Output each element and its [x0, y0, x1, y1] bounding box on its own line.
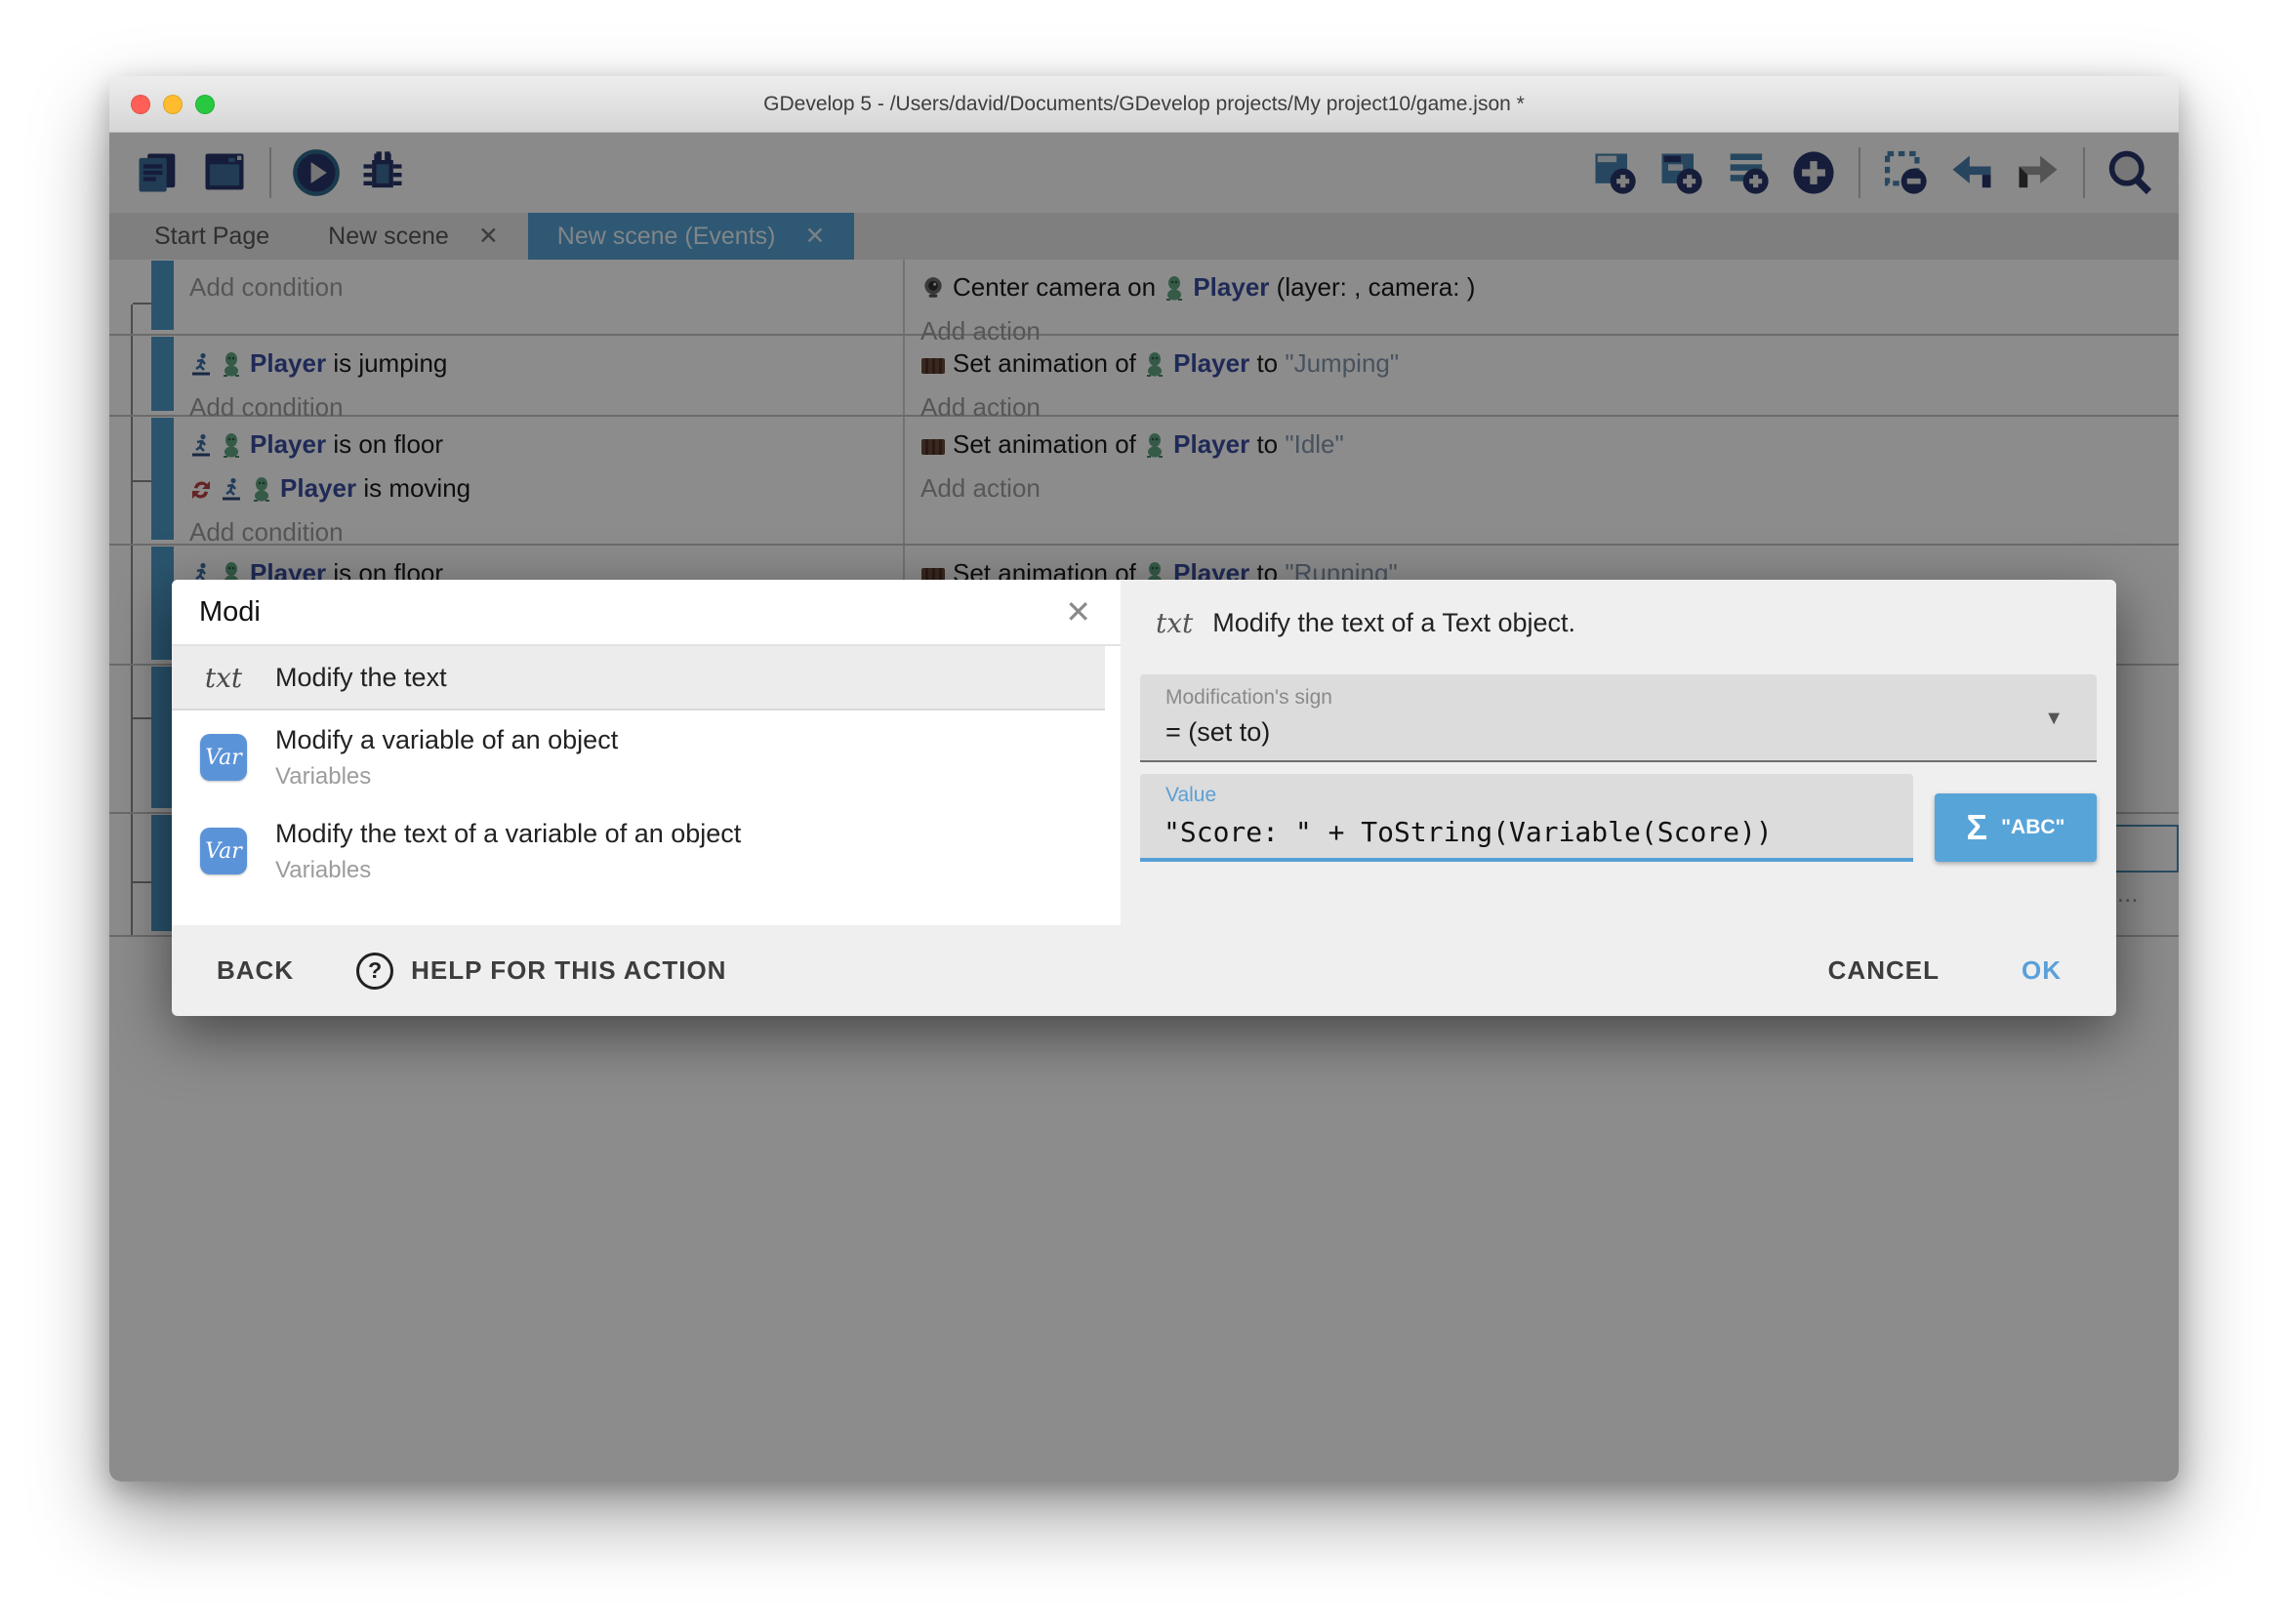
- dialog-footer: BACK ? HELP FOR THIS ACTION CANCEL OK: [172, 925, 2116, 1016]
- field-label: Modification's sign: [1165, 686, 1332, 710]
- value-expression-field[interactable]: Value: [1140, 774, 1913, 862]
- help-button[interactable]: ? HELP FOR THIS ACTION: [356, 953, 726, 990]
- field-label: Value: [1165, 784, 1216, 807]
- back-button[interactable]: BACK: [217, 955, 294, 986]
- search-input[interactable]: [197, 595, 1061, 629]
- modification-sign-select[interactable]: Modification's sign = (set to) ▼: [1140, 674, 2097, 762]
- action-config-panel: txt Modify the text of a Text object. Mo…: [1121, 580, 2116, 925]
- action-editor-dialog: ✕ txt Modify the text Var Modify a varia…: [172, 580, 2116, 1016]
- traffic-lights: [131, 95, 215, 114]
- chevron-down-icon: ▼: [2044, 708, 2063, 730]
- window-title: GDevelop 5 - /Users/david/Documents/GDev…: [763, 93, 1525, 116]
- app-content: Start Page New scene ✕ New scene (Events…: [109, 133, 2179, 1482]
- zoom-window-button[interactable]: [195, 95, 215, 114]
- text-object-icon: txt: [205, 662, 242, 694]
- action-title: Modify the text of a Text object.: [1212, 608, 1575, 638]
- close-window-button[interactable]: [131, 95, 150, 114]
- minimize-window-button[interactable]: [163, 95, 183, 114]
- list-item-modify-variable-text[interactable]: Var Modify the text of a variable of an …: [172, 804, 1105, 898]
- variable-icon: Var: [200, 828, 247, 874]
- open-expression-editor-button[interactable]: Σ "ABC": [1935, 793, 2097, 862]
- variable-icon: Var: [200, 734, 247, 781]
- search-bar: ✕: [172, 580, 1121, 646]
- instruction-search-panel: ✕ txt Modify the text Var Modify a varia…: [172, 580, 1121, 925]
- app-window: GDevelop 5 - /Users/david/Documents/GDev…: [109, 76, 2179, 1482]
- selected-value: = (set to): [1165, 717, 1270, 748]
- list-item-modify-text[interactable]: txt Modify the text: [172, 646, 1105, 710]
- sigma-icon: Σ: [1966, 807, 1987, 848]
- close-icon[interactable]: ✕: [1061, 593, 1095, 630]
- list-item-modify-variable[interactable]: Var Modify a variable of an object Varia…: [172, 710, 1105, 804]
- cancel-button[interactable]: CANCEL: [1828, 955, 1940, 986]
- text-object-icon: txt: [1156, 607, 1193, 639]
- help-icon: ?: [356, 953, 393, 990]
- titlebar: GDevelop 5 - /Users/david/Documents/GDev…: [109, 76, 2179, 133]
- ok-button[interactable]: OK: [2022, 955, 2062, 986]
- expression-input[interactable]: [1162, 815, 1888, 849]
